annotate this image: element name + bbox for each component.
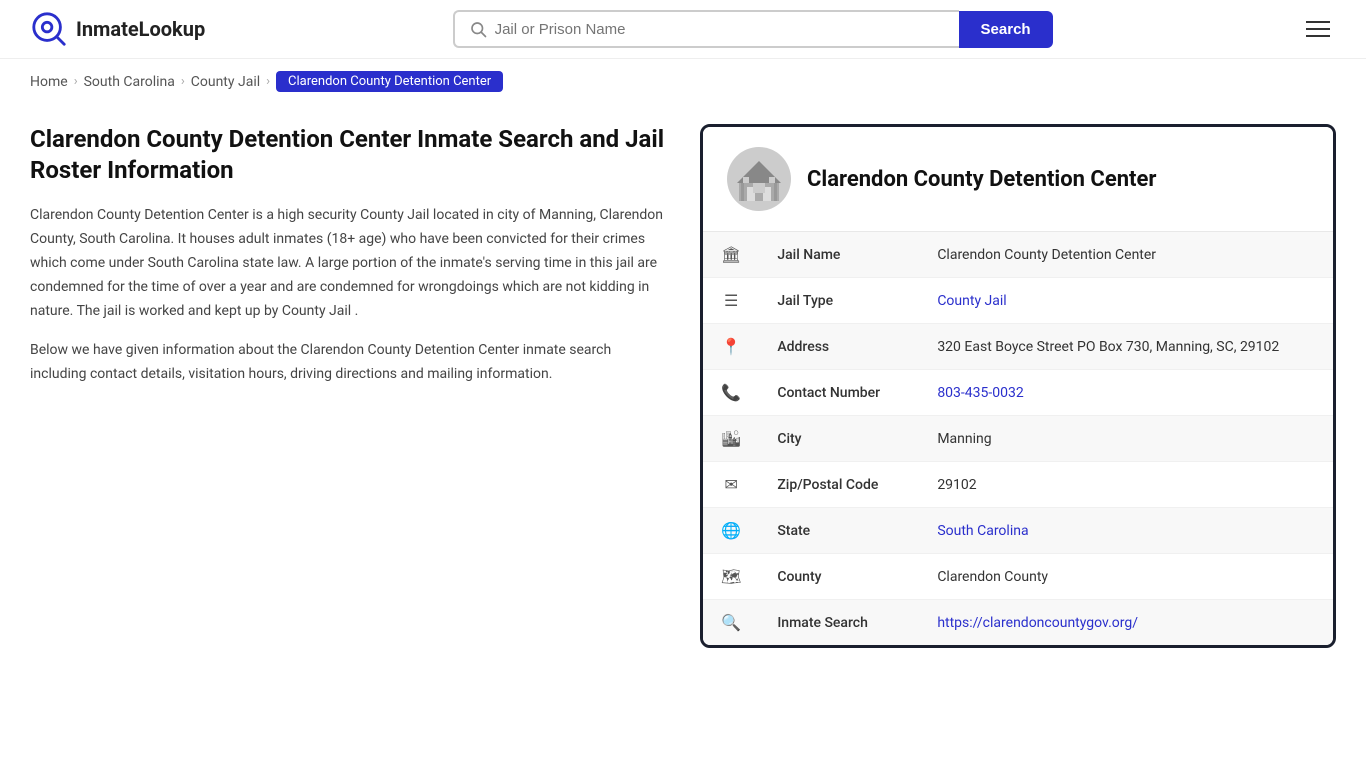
facility-panel: Clarendon County Detention Center 🏛 Jail… — [700, 124, 1336, 648]
row-icon-cell: 📞 — [703, 370, 759, 416]
row-icon: ☰ — [724, 291, 738, 310]
hamburger-line-2 — [1306, 28, 1330, 30]
search-icon — [469, 20, 487, 38]
info-link[interactable]: South Carolina — [937, 523, 1028, 539]
row-icon: 🔍 — [721, 613, 741, 632]
info-value: Manning — [937, 431, 991, 447]
row-icon-cell: 🏛 — [703, 232, 759, 278]
row-label: Inmate Search — [759, 600, 919, 646]
breadcrumb-home[interactable]: Home — [30, 74, 68, 90]
row-icon-cell: 🏙 — [703, 416, 759, 462]
panel-header: Clarendon County Detention Center — [703, 127, 1333, 232]
row-value[interactable]: 803-435-0032 — [919, 370, 1333, 416]
info-value: 320 East Boyce Street PO Box 730, Mannin… — [937, 339, 1279, 355]
header: InmateLookup Search — [0, 0, 1366, 59]
building-icon — [733, 153, 785, 205]
row-value: 320 East Boyce Street PO Box 730, Mannin… — [919, 324, 1333, 370]
row-value: Manning — [919, 416, 1333, 462]
row-icon: 📞 — [721, 383, 741, 402]
facility-info-table: 🏛 Jail Name Clarendon County Detention C… — [703, 232, 1333, 645]
table-row: 📍 Address 320 East Boyce Street PO Box 7… — [703, 324, 1333, 370]
info-value: 29102 — [937, 477, 976, 493]
info-value: Clarendon County — [937, 569, 1048, 585]
row-value[interactable]: South Carolina — [919, 508, 1333, 554]
search-input-wrap — [453, 10, 959, 48]
row-icon: 🏛 — [721, 245, 741, 264]
row-icon: ✉ — [724, 475, 737, 494]
breadcrumb-jail-type[interactable]: County Jail — [191, 74, 260, 90]
facility-thumbnail — [727, 147, 791, 211]
table-row: 🔍 Inmate Search https://clarendoncountyg… — [703, 600, 1333, 646]
row-label: County — [759, 554, 919, 600]
hamburger-line-1 — [1306, 21, 1330, 23]
breadcrumb-sep-1: › — [74, 74, 78, 89]
hamburger-menu-button[interactable] — [1300, 15, 1336, 43]
row-icon-cell: 🗺 — [703, 554, 759, 600]
row-label: Jail Name — [759, 232, 919, 278]
row-icon: 🗺 — [721, 567, 741, 586]
breadcrumb-current: Clarendon County Detention Center — [276, 71, 503, 92]
logo-icon — [30, 10, 68, 48]
row-icon-cell: 📍 — [703, 324, 759, 370]
table-row: 🏛 Jail Name Clarendon County Detention C… — [703, 232, 1333, 278]
page-title: Clarendon County Detention Center Inmate… — [30, 124, 670, 186]
search-button[interactable]: Search — [959, 11, 1053, 48]
table-row: ☰ Jail Type County Jail — [703, 278, 1333, 324]
row-value[interactable]: https://clarendoncountygov.org/ — [919, 600, 1333, 646]
row-icon-cell: 🔍 — [703, 600, 759, 646]
row-value[interactable]: County Jail — [919, 278, 1333, 324]
table-row: 📞 Contact Number 803-435-0032 — [703, 370, 1333, 416]
row-value: Clarendon County Detention Center — [919, 232, 1333, 278]
table-row: 🗺 County Clarendon County — [703, 554, 1333, 600]
search-bar: Search — [453, 10, 1053, 48]
row-icon-cell: ✉ — [703, 462, 759, 508]
table-row: ✉ Zip/Postal Code 29102 — [703, 462, 1333, 508]
row-icon: 🏙 — [721, 429, 741, 448]
row-icon-cell: ☰ — [703, 278, 759, 324]
left-column: Clarendon County Detention Center Inmate… — [30, 124, 670, 403]
breadcrumb-sep-2: › — [181, 74, 185, 89]
breadcrumb-sep-3: › — [266, 74, 270, 89]
row-icon-cell: 🌐 — [703, 508, 759, 554]
row-label: Address — [759, 324, 919, 370]
row-label: State — [759, 508, 919, 554]
logo-text: InmateLookup — [76, 17, 205, 41]
search-input[interactable] — [495, 21, 945, 38]
main-content: Clarendon County Detention Center Inmate… — [0, 104, 1366, 688]
row-label: City — [759, 416, 919, 462]
row-label: Contact Number — [759, 370, 919, 416]
row-value: 29102 — [919, 462, 1333, 508]
table-row: 🌐 State South Carolina — [703, 508, 1333, 554]
info-value: Clarendon County Detention Center — [937, 247, 1156, 263]
row-label: Jail Type — [759, 278, 919, 324]
page-description-2: Below we have given information about th… — [30, 339, 670, 387]
info-link[interactable]: 803-435-0032 — [937, 385, 1023, 401]
breadcrumb: Home › South Carolina › County Jail › Cl… — [0, 59, 1366, 104]
info-link[interactable]: https://clarendoncountygov.org/ — [937, 615, 1138, 631]
page-description-1: Clarendon County Detention Center is a h… — [30, 204, 670, 323]
logo[interactable]: InmateLookup — [30, 10, 205, 48]
row-label: Zip/Postal Code — [759, 462, 919, 508]
panel-facility-name: Clarendon County Detention Center — [807, 167, 1156, 192]
row-icon: 📍 — [721, 337, 741, 356]
row-value: Clarendon County — [919, 554, 1333, 600]
info-link[interactable]: County Jail — [937, 293, 1006, 309]
hamburger-line-3 — [1306, 35, 1330, 37]
breadcrumb-state[interactable]: South Carolina — [84, 74, 175, 90]
table-row: 🏙 City Manning — [703, 416, 1333, 462]
row-icon: 🌐 — [721, 521, 741, 540]
